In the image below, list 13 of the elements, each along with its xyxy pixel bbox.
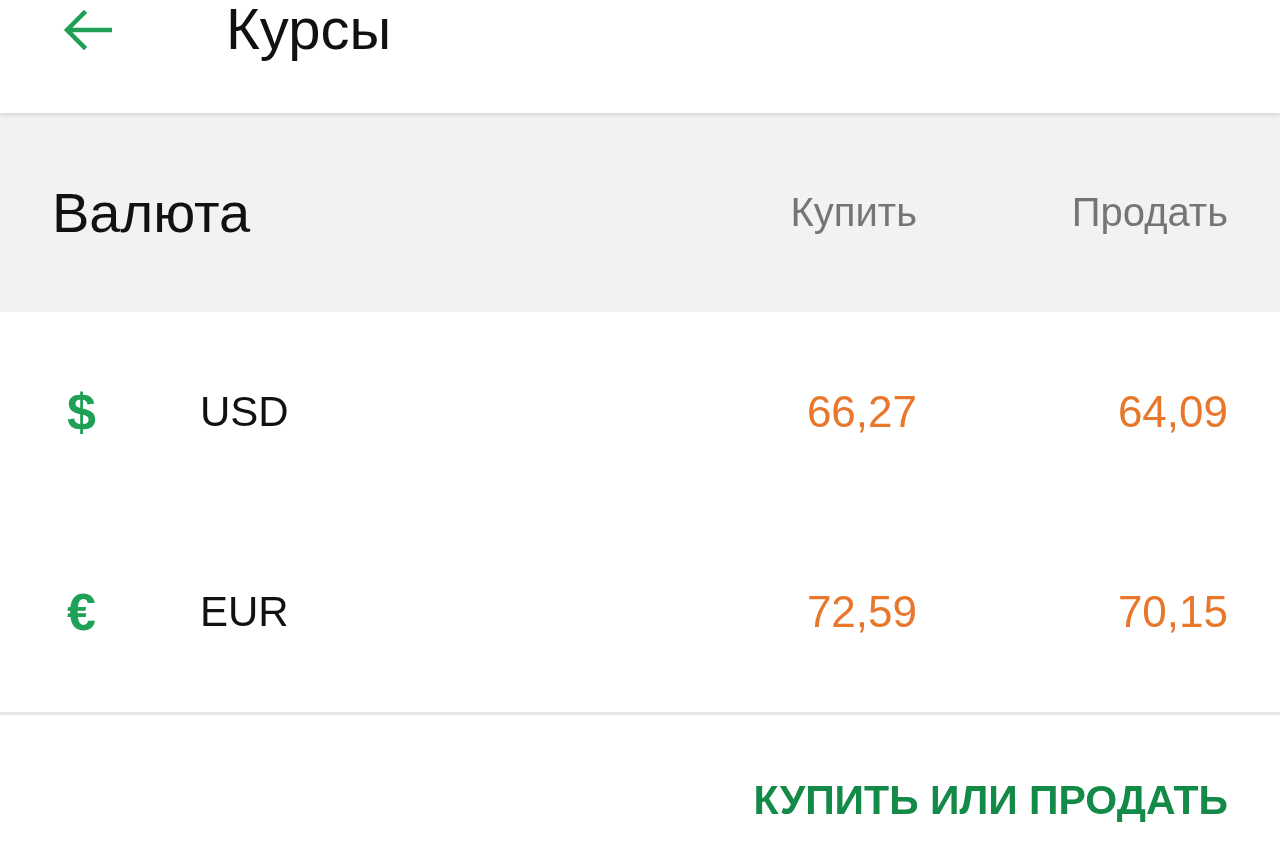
sell-rate: 70,15 — [1117, 587, 1228, 637]
currency-icon: $ — [67, 386, 96, 438]
buy-or-sell-button[interactable]: КУПИТЬ ИЛИ ПРОДАТЬ — [753, 777, 1228, 824]
column-header: Купить — [790, 190, 917, 235]
column-header: Продать — [1071, 190, 1228, 235]
currency-icon: € — [67, 586, 96, 638]
sell-rate: 64,09 — [1117, 387, 1228, 437]
column-header: Валюта — [52, 180, 251, 245]
buy-rate: 72,59 — [806, 587, 917, 637]
back-arrow-icon[interactable] — [62, 9, 112, 51]
currency-code: USD — [200, 388, 289, 436]
currency-code: EUR — [200, 588, 289, 636]
buy-rate: 66,27 — [806, 387, 917, 437]
